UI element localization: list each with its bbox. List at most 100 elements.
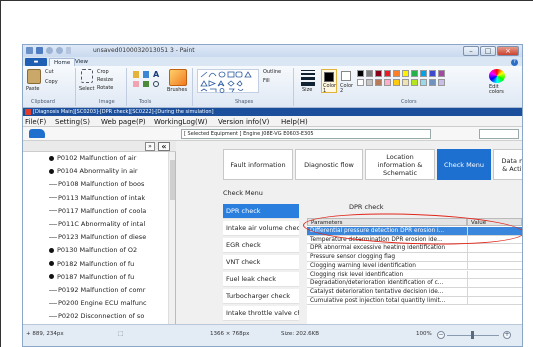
palette-swatch[interactable] — [366, 79, 373, 86]
minimize-button[interactable]: – — [463, 46, 479, 56]
palette-swatch[interactable] — [357, 70, 364, 77]
maximize-button[interactable]: □ — [480, 46, 496, 56]
tree-item[interactable]: P0200 Engine ECU malfunc — [49, 298, 167, 308]
palette-swatch[interactable] — [366, 70, 373, 77]
tree-scrollbar[interactable] — [168, 152, 175, 324]
palette-swatch[interactable] — [438, 70, 445, 77]
palette-swatch[interactable] — [384, 70, 391, 77]
tree-scroll-thumb[interactable] — [170, 160, 175, 200]
expand-button[interactable]: » — [145, 142, 155, 151]
customize-quick-access-icon[interactable] — [66, 47, 71, 54]
tree-item[interactable]: P0104 Abnormality in air — [49, 166, 167, 176]
palette-swatch[interactable] — [357, 79, 364, 86]
tab-location-schematic[interactable]: Location information & Schematic — [365, 149, 435, 180]
palette-swatch[interactable] — [402, 79, 409, 86]
menu-working-log[interactable]: WorkingLog(W) — [154, 117, 207, 127]
palette-swatch[interactable] — [402, 70, 409, 77]
color-picker-icon[interactable] — [143, 81, 149, 87]
tree-item[interactable]: P0113 Malfunction of intak — [49, 193, 167, 203]
palette-swatch[interactable] — [384, 79, 391, 86]
vehicle-icon[interactable] — [29, 129, 45, 138]
tab-fault-information[interactable]: Fault information — [223, 149, 293, 180]
tree-item[interactable]: P0102 Malfunction of air — [49, 153, 167, 163]
table-row[interactable]: Catalyst deterioration tentative decisio… — [307, 287, 522, 297]
tree-item[interactable]: P0130 Malfunction of O2 — [49, 245, 167, 255]
edit-colors-button[interactable]: Edit colors — [489, 85, 504, 95]
collapse-panel-button[interactable]: « — [158, 142, 170, 151]
size-icon[interactable] — [301, 70, 315, 86]
color2-swatch[interactable] — [341, 71, 351, 81]
copy-button[interactable]: Copy — [45, 79, 58, 85]
check-menu-item[interactable]: Intake throttle valve check — [223, 306, 299, 321]
palette-swatch[interactable] — [393, 79, 400, 86]
help-icon[interactable]: ? — [511, 59, 518, 66]
table-row[interactable]: Clogging risk level identification — [307, 270, 522, 280]
paint-menu-button[interactable]: ▬ — [25, 58, 47, 66]
table-row[interactable]: Clogging warning level identification — [307, 261, 522, 271]
table-row[interactable]: Degradation/deterioration identification… — [307, 279, 522, 288]
menu-setting[interactable]: Setting(S) — [55, 117, 90, 127]
tree-item[interactable]: P0117 Malfunction of coola — [49, 206, 167, 216]
tree-item[interactable]: P011C Abnormality of intal — [49, 219, 167, 229]
check-menu-item[interactable]: EGR check — [223, 238, 299, 253]
eraser-icon[interactable] — [133, 81, 139, 87]
table-row[interactable]: Pressure sensor clogging flag — [307, 253, 522, 262]
table-row[interactable]: DPR abnormal excessive heating identific… — [307, 244, 522, 254]
fill-dropdown[interactable]: Fill — [263, 78, 270, 84]
palette-swatch[interactable] — [393, 70, 400, 77]
palette-swatch[interactable] — [420, 79, 427, 86]
brushes-icon[interactable] — [169, 69, 187, 86]
size-button[interactable]: Size — [302, 87, 312, 93]
undo-icon[interactable] — [46, 47, 53, 54]
palette-swatch[interactable] — [438, 79, 445, 86]
outline-dropdown[interactable]: Outline — [263, 69, 281, 75]
menu-help[interactable]: Help(H) — [281, 117, 308, 127]
menu-web-page[interactable]: Web page(P) — [101, 117, 146, 127]
zoom-out-button[interactable]: − — [437, 331, 445, 339]
tab-check-menu[interactable]: Check Menu — [437, 149, 491, 180]
check-menu-item[interactable]: Fuel leak check — [223, 272, 299, 287]
check-menu-item[interactable]: Turbocharger check — [223, 289, 299, 304]
tab-data-monitor[interactable]: Data monitor & Active test — [493, 149, 522, 180]
tree-item[interactable]: P0187 Malfunction of fu — [49, 272, 167, 282]
save-icon[interactable] — [36, 47, 43, 54]
rotate-button[interactable]: Rotate — [97, 85, 113, 91]
tree-item[interactable]: P0202 Disconnection of so — [49, 311, 167, 321]
tab-diagnostic-flow[interactable]: Diagnostic flow — [295, 149, 363, 180]
pencil-icon[interactable] — [133, 71, 139, 78]
paint-canvas-area[interactable]: [Diagnosis Main][SC0203]-[DPR check][SC0… — [23, 108, 522, 324]
palette-swatch[interactable] — [420, 70, 427, 77]
tree-item[interactable]: P0123 Malfunction of diese — [49, 232, 167, 242]
palette-swatch[interactable] — [375, 79, 382, 86]
menu-version-info[interactable]: Version info(V) — [218, 117, 269, 127]
fill-icon[interactable] — [143, 71, 149, 78]
crop-button[interactable]: Crop — [97, 69, 109, 75]
tree-item[interactable]: P0108 Malfunction of boos — [49, 179, 167, 189]
palette-swatch[interactable] — [375, 70, 382, 77]
menu-file[interactable]: File(F) — [25, 117, 46, 127]
tab-view[interactable]: View — [71, 58, 92, 66]
check-menu-item[interactable]: DPR check — [223, 204, 299, 219]
zoom-slider-thumb[interactable] — [471, 331, 474, 339]
check-menu-item[interactable]: VNT check — [223, 255, 299, 270]
resize-button[interactable]: Resize — [97, 77, 113, 83]
select-button[interactable]: Select — [79, 86, 94, 92]
palette-swatch[interactable] — [411, 70, 418, 77]
edit-colors-icon[interactable] — [489, 69, 505, 83]
magnifier-icon[interactable] — [153, 81, 159, 87]
cut-button[interactable]: Cut — [45, 69, 54, 75]
tree-item[interactable]: P0192 Malfunction of comr — [49, 285, 167, 295]
palette-swatch[interactable] — [429, 70, 436, 77]
shapes-gallery[interactable] — [197, 69, 259, 93]
brushes-button[interactable]: Brushes — [167, 87, 187, 93]
select-icon[interactable] — [81, 69, 93, 83]
palette-swatch[interactable] — [429, 79, 436, 86]
redo-icon[interactable] — [56, 47, 63, 54]
check-menu-item[interactable]: Intake air volume check — [223, 221, 299, 236]
paste-icon[interactable] — [27, 69, 41, 84]
text-icon[interactable]: A — [153, 70, 159, 79]
palette-swatch[interactable] — [411, 79, 418, 86]
paste-button[interactable]: Paste — [26, 86, 40, 92]
tree-item[interactable]: P0182 Malfunction of fu — [49, 259, 167, 269]
zoom-in-button[interactable]: + — [503, 331, 511, 339]
